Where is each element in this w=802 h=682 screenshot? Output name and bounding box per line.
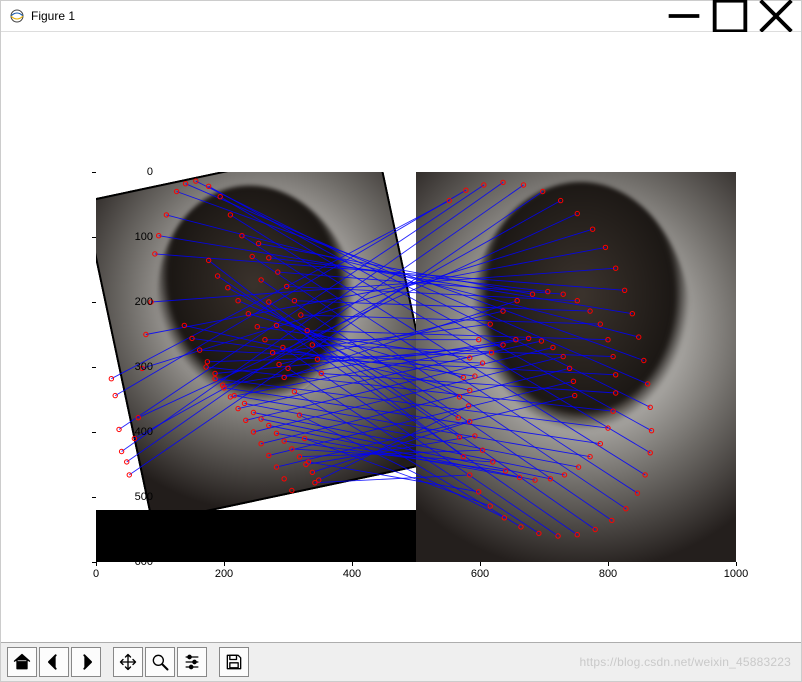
figure-canvas[interactable]: 0 100 200 300 400 500 600 0 200 400 600 800 1000	[1, 32, 801, 642]
close-button[interactable]	[753, 1, 799, 31]
configure-button[interactable]	[177, 647, 207, 677]
save-button[interactable]	[219, 647, 249, 677]
x-tick-label: 0	[93, 568, 99, 580]
left-image	[96, 172, 416, 510]
titlebar: Figure 1	[1, 1, 801, 32]
forward-button[interactable]	[71, 647, 101, 677]
y-tick-label: 0	[113, 166, 153, 178]
image-display	[96, 172, 736, 562]
x-tick-label: 600	[471, 568, 489, 580]
y-tick-label: 600	[113, 556, 153, 568]
zoom-button[interactable]	[145, 647, 175, 677]
app-icon	[9, 8, 25, 24]
back-button[interactable]	[39, 647, 69, 677]
x-tick-label: 800	[599, 568, 617, 580]
home-button[interactable]	[7, 647, 37, 677]
right-image	[416, 172, 736, 562]
window-controls	[661, 1, 799, 31]
y-tick-label: 400	[113, 426, 153, 438]
x-tick-label: 200	[215, 568, 233, 580]
pan-button[interactable]	[113, 647, 143, 677]
x-tick-label: 1000	[724, 568, 748, 580]
nav-toolbar: https://blog.csdn.net/weixin_45883223	[1, 642, 801, 681]
maximize-button[interactable]	[707, 1, 753, 31]
minimize-button[interactable]	[661, 1, 707, 31]
y-tick-label: 100	[113, 231, 153, 243]
y-tick-label: 200	[113, 296, 153, 308]
window-title: Figure 1	[31, 9, 75, 23]
watermark-text: https://blog.csdn.net/weixin_45883223	[579, 655, 791, 669]
x-tick-label: 400	[343, 568, 361, 580]
y-tick-label: 500	[113, 491, 153, 503]
y-tick-label: 300	[113, 361, 153, 373]
axes	[96, 172, 736, 562]
black-strip	[96, 510, 416, 562]
